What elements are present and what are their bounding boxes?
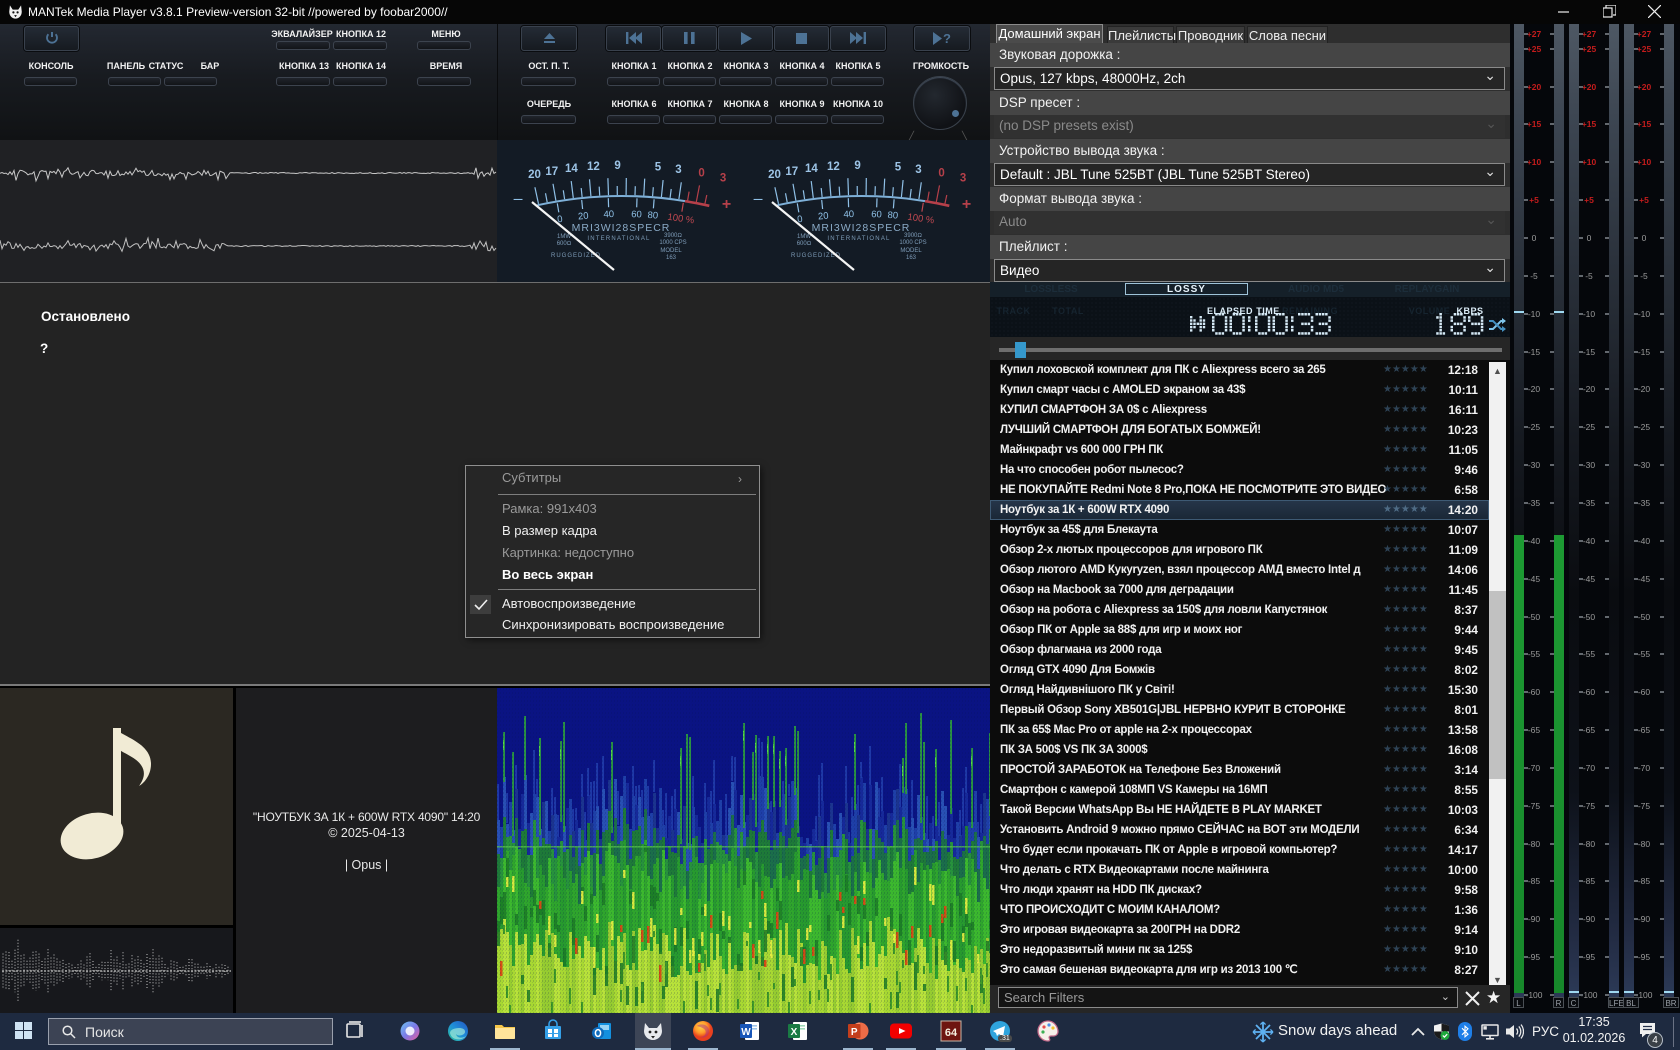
svg-text:163: 163 xyxy=(906,255,917,261)
svg-text:12: 12 xyxy=(587,161,600,173)
svg-text:100 %: 100 % xyxy=(667,212,696,227)
svg-text:INTERNATIONAL: INTERNATIONAL xyxy=(827,236,890,242)
svg-text:1000 CPS: 1000 CPS xyxy=(899,240,926,246)
svg-text:INTERNATIONAL: INTERNATIONAL xyxy=(587,236,650,242)
svg-text:17: 17 xyxy=(545,166,558,178)
svg-text:+: + xyxy=(962,196,971,213)
svg-text:MRI3WI28SPECR: MRI3WI28SPECR xyxy=(572,222,671,234)
svg-text:64: 64 xyxy=(945,1027,958,1039)
svg-text:0: 0 xyxy=(698,168,704,180)
svg-text:1MW: 1MW xyxy=(557,234,571,240)
svg-text:40: 40 xyxy=(603,209,614,220)
svg-text:80: 80 xyxy=(887,210,898,222)
svg-text:5: 5 xyxy=(655,162,662,174)
svg-text:20: 20 xyxy=(578,211,589,223)
svg-text:3900Ω: 3900Ω xyxy=(904,233,922,239)
svg-text:MODEL: MODEL xyxy=(660,248,682,254)
svg-text:+: + xyxy=(722,196,731,213)
svg-text:163: 163 xyxy=(666,255,677,261)
svg-text:9: 9 xyxy=(854,160,860,172)
svg-text:1MW: 1MW xyxy=(797,234,811,240)
svg-text:14: 14 xyxy=(805,163,818,175)
svg-text:600Ω: 600Ω xyxy=(797,241,812,247)
svg-text:?: ? xyxy=(943,32,951,45)
svg-text:5: 5 xyxy=(895,162,902,174)
svg-text:17: 17 xyxy=(785,166,798,178)
svg-text:14: 14 xyxy=(565,163,578,175)
svg-text:–: – xyxy=(754,191,763,208)
svg-text:MRI3WI28SPECR: MRI3WI28SPECR xyxy=(812,222,911,234)
svg-text:–: – xyxy=(514,191,523,208)
svg-text:3: 3 xyxy=(915,164,921,176)
svg-text:12: 12 xyxy=(827,161,840,173)
svg-text:0: 0 xyxy=(938,168,944,180)
svg-text:60: 60 xyxy=(871,209,882,220)
svg-text:3900Ω: 3900Ω xyxy=(664,233,682,239)
svg-text:20: 20 xyxy=(818,211,829,223)
svg-text:3: 3 xyxy=(960,172,966,184)
svg-text:MODEL: MODEL xyxy=(900,248,922,254)
svg-text:60: 60 xyxy=(631,209,642,220)
svg-text:40: 40 xyxy=(843,209,854,220)
svg-text:9: 9 xyxy=(614,160,620,172)
svg-text:X: X xyxy=(791,1027,798,1038)
svg-text:P: P xyxy=(851,1027,858,1038)
svg-text:600Ω: 600Ω xyxy=(557,241,572,247)
svg-text:20: 20 xyxy=(528,169,541,181)
svg-text:3: 3 xyxy=(675,164,681,176)
svg-text:80: 80 xyxy=(647,210,658,222)
svg-text:1000 CPS: 1000 CPS xyxy=(659,240,686,246)
svg-text:100 %: 100 % xyxy=(907,212,936,227)
svg-text:W: W xyxy=(741,1027,751,1038)
svg-text:3: 3 xyxy=(720,172,726,184)
svg-text:20: 20 xyxy=(768,169,781,181)
